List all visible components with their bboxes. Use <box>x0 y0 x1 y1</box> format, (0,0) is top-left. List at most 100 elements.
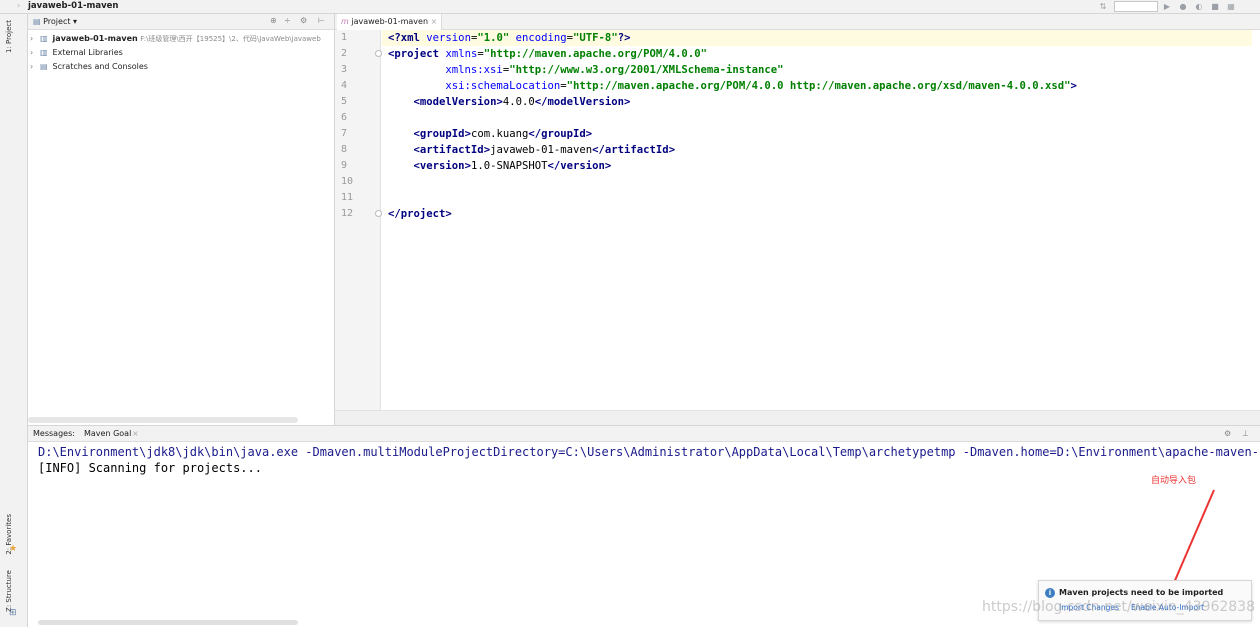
structure-icon: ⊞ <box>9 608 17 618</box>
code-token: xml <box>400 32 420 44</box>
hide-icon[interactable]: ⊥ <box>1242 429 1249 438</box>
code-token: xmlns <box>445 48 478 60</box>
coverage-icon[interactable]: ◐ <box>1192 1 1206 12</box>
console-line: [INFO] Scanning for projects... <box>38 461 262 475</box>
code-token: "http://www.w3.org/2001/XMLSchema-instan… <box>509 64 784 76</box>
line-number: 12 <box>341 208 354 219</box>
chevron-right-icon: › <box>30 48 34 57</box>
chevron-down-icon: ▾ <box>73 17 78 26</box>
tree-item-project[interactable]: › ▥ javaweb-01-maven F:\班级管理\西开【19525】\2、… <box>30 32 321 45</box>
code-token: groupId <box>541 128 586 140</box>
console-horizontal-scrollbar[interactable] <box>38 620 298 625</box>
debug-icon[interactable]: ● <box>1176 1 1190 12</box>
notification-title: Maven projects need to be imported <box>1059 588 1224 597</box>
collapse-icon[interactable]: ÷ <box>284 16 291 25</box>
watermark: https://blog.csdn.net/weixin_43962838 <box>982 599 1256 615</box>
tab-maven-goal[interactable]: Maven Goal <box>84 429 131 438</box>
line-number: 7 <box>341 128 348 139</box>
fold-icon[interactable] <box>375 50 382 57</box>
project-view-select[interactable]: ▤ Project ▾ <box>33 17 77 26</box>
close-icon[interactable]: × <box>132 429 139 438</box>
code-line: <modelVersion>4.0.0</modelVersion> <box>413 96 631 108</box>
console-line: D:\Environment\jdk8\jdk\bin\java.exe -Dm… <box>38 445 1259 459</box>
build-icon[interactable]: ⇅ <box>1096 1 1110 12</box>
code-token: artifactId <box>419 144 484 156</box>
code-token: modelVersion <box>547 96 625 108</box>
code-editor[interactable]: <?xml version="1.0" encoding="UTF-8"?> <… <box>382 30 1260 410</box>
stop-icon[interactable]: ■ <box>1208 1 1222 12</box>
gear-icon[interactable]: ⚙ <box>1224 429 1231 438</box>
hide-icon[interactable]: ⊢ <box>318 16 325 25</box>
editor-horizontal-scrollbar[interactable] <box>335 410 1260 425</box>
code-token: version <box>560 160 605 172</box>
close-icon[interactable]: × <box>431 17 438 26</box>
line-number: 1 <box>341 32 348 43</box>
tree-item-scratches[interactable]: › ▤ Scratches and Consoles <box>30 60 148 73</box>
project-structure-icon[interactable]: ▦ <box>1224 1 1238 12</box>
bottom-tab-bar: Messages: Maven Goal × ⚙ ⊥ <box>28 426 1260 442</box>
tree-item-label: javaweb-01-maven <box>52 34 138 43</box>
module-icon: ▥ <box>40 34 48 43</box>
code-token: <? <box>388 32 401 44</box>
code-token: artifactId <box>604 144 669 156</box>
code-token: > <box>1070 80 1077 92</box>
breadcrumb-project[interactable]: javaweb-01-maven <box>28 1 118 11</box>
editor-tab-bar: m javaweb-01-maven × <box>335 14 1260 30</box>
code-line: <groupId>com.kuang</groupId> <box>413 128 593 140</box>
code-token: encoding <box>515 32 567 44</box>
code-token: com.kuang <box>470 128 529 140</box>
code-token: "http://maven.apache.org/POM/4.0.0 http:… <box>566 80 1071 92</box>
scratches-icon: ▤ <box>40 62 48 71</box>
folder-icon: ▤ <box>33 17 41 26</box>
line-number-gutter: 1 2 3 4 5 6 7 8 9 10 11 12 <box>335 30 382 425</box>
left-tool-strip: 1: Project 2: Favorites ★ Z: Structure ⊞ <box>0 14 28 627</box>
chevron-right-icon: › <box>30 62 34 71</box>
tree-item-label: External Libraries <box>52 48 123 57</box>
messages-label: Messages: <box>33 429 75 438</box>
run-icon[interactable]: ▶ <box>1160 1 1174 12</box>
tree-item-path: F:\班级管理\西开【19525】\2、代码\JavaWeb\javaweb <box>140 35 321 43</box>
code-line: <project xmlns="http://maven.apache.org/… <box>388 48 707 60</box>
navigation-bar: › javaweb-01-maven ⇅ ▶ ● ◐ ■ ▦ <box>0 0 1260 14</box>
line-number: 5 <box>341 96 348 107</box>
line-number: 9 <box>341 160 348 171</box>
line-number: 4 <box>341 80 348 91</box>
code-token: modelVersion <box>419 96 497 108</box>
maven-file-icon: m <box>341 17 349 26</box>
star-icon: ★ <box>9 544 18 554</box>
run-configuration-select[interactable] <box>1114 1 1158 12</box>
project-panel-title: Project <box>43 17 71 26</box>
tab-structure-tool[interactable]: Z: Structure <box>5 570 13 612</box>
tab-label: javaweb-01-maven <box>351 17 429 26</box>
chevron-right-icon: › <box>30 34 34 43</box>
info-icon: i <box>1045 588 1055 598</box>
code-line: </project> <box>388 208 452 220</box>
line-number: 11 <box>341 192 354 203</box>
code-token: project <box>400 208 446 220</box>
code-line: <version>1.0-SNAPSHOT</version> <box>413 160 612 172</box>
tab-project-tool[interactable]: 1: Project <box>5 20 13 53</box>
line-number: 6 <box>341 112 348 123</box>
locate-icon[interactable]: ⊕ <box>270 16 277 25</box>
breadcrumb-arrow-icon: › <box>17 1 21 10</box>
code-token: xmlns:xsi <box>445 64 503 76</box>
tree-item-external-libraries[interactable]: › ▥ External Libraries <box>30 46 123 59</box>
code-token: project <box>394 48 440 60</box>
code-token: ?> <box>617 32 631 44</box>
code-token: "http://maven.apache.org/POM/4.0.0" <box>483 48 707 60</box>
line-number: 2 <box>341 48 348 59</box>
code-line: xsi:schemaLocation="http://maven.apache.… <box>445 80 1077 92</box>
code-token: version <box>426 32 471 44</box>
tab-pom-file[interactable]: m javaweb-01-maven × <box>337 14 443 30</box>
code-line: <artifactId>javaweb-01-maven</artifactId… <box>413 144 676 156</box>
tree-item-label: Scratches and Consoles <box>52 62 148 71</box>
project-horizontal-scrollbar[interactable] <box>28 417 298 423</box>
fold-icon[interactable] <box>375 210 382 217</box>
gear-icon[interactable]: ⚙ <box>300 16 307 25</box>
code-token: 4.0.0 <box>502 96 535 108</box>
code-token: javaweb-01-maven <box>490 144 593 156</box>
library-icon: ▥ <box>40 48 48 57</box>
code-line: <?xml version="1.0" encoding="UTF-8"?> <box>382 30 1252 46</box>
annotation-label: 自动导入包 <box>1151 476 1197 486</box>
code-token: 1.0-SNAPSHOT <box>470 160 548 172</box>
